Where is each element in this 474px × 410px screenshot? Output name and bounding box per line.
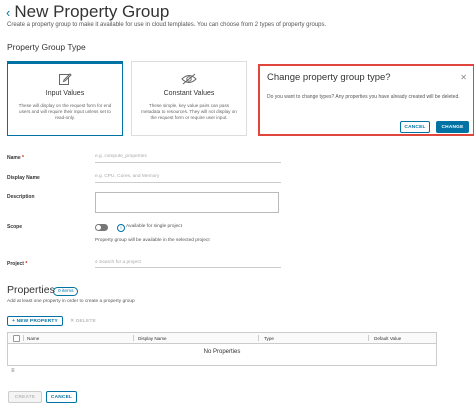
section-heading-type: Property Group Type <box>7 42 86 52</box>
scope-toggle[interactable] <box>95 224 108 231</box>
create-button[interactable]: CREATE <box>8 391 42 403</box>
scope-help-text: Property group will be available in the … <box>95 238 210 243</box>
column-header-name[interactable]: Name <box>27 336 39 341</box>
project-search-placeholder: Search for a project <box>99 260 141 265</box>
project-search-input[interactable]: ⌕ Search for a project <box>95 259 281 268</box>
card-title: Constant Values <box>163 90 215 97</box>
properties-heading: Properties <box>7 284 55 296</box>
info-icon: i <box>117 224 125 232</box>
close-icon[interactable]: ✕ <box>460 73 467 82</box>
grid-header: Name Display Name Type Default Value <box>8 333 436 344</box>
eye-hide-icon <box>181 73 197 85</box>
cancel-button[interactable]: CANCEL <box>46 391 77 403</box>
display-name-label: Display Name <box>7 175 40 181</box>
display-name-input[interactable]: e.g. CPU, Cores, and Memory <box>95 174 281 183</box>
search-icon: ⌕ <box>95 260 98 265</box>
page-header: ‹ New Property Group <box>6 2 169 22</box>
column-header-display-name[interactable]: Display Name <box>138 336 167 341</box>
column-header-default-value[interactable]: Default Value <box>374 336 401 341</box>
dialog-cancel-button[interactable]: CANCEL <box>400 121 430 133</box>
page-subtitle: Create a property group to make it avail… <box>7 22 327 28</box>
change-type-dialog: Change property group type? ✕ Do you wan… <box>258 64 474 136</box>
card-input-values[interactable]: Input Values These will display on the r… <box>7 61 123 136</box>
name-label: Name * <box>7 155 24 161</box>
properties-count-badge: 0 items <box>53 287 79 296</box>
properties-hint: Add at least one property in order to cr… <box>7 299 135 304</box>
delete-property-button[interactable]: ✕ DELETE <box>66 316 100 326</box>
dialog-change-button[interactable]: CHANGE <box>436 121 469 133</box>
description-textarea[interactable] <box>95 192 279 213</box>
card-constant-values[interactable]: Constant Values These simple, key value … <box>131 61 247 136</box>
column-header-type[interactable]: Type <box>264 336 274 341</box>
name-input[interactable]: e.g. compute_properties <box>95 154 281 163</box>
card-description: These simple, key value pairs can pass m… <box>141 103 237 120</box>
project-label: Project * <box>7 261 28 267</box>
scope-label: Scope <box>7 224 23 230</box>
properties-grid: Name Display Name Type Default Value No … <box>7 332 437 366</box>
edit-icon <box>59 73 72 85</box>
dialog-message: Do you want to change types? Any propert… <box>267 94 460 100</box>
card-description: These will display on the request form f… <box>18 103 112 120</box>
page-title: New Property Group <box>14 2 170 21</box>
select-all-checkbox[interactable] <box>13 335 20 342</box>
scope-toggle-label: Available for single project <box>126 224 182 229</box>
dialog-title: Change property group type? <box>267 72 391 83</box>
card-title: Input Values <box>45 90 85 97</box>
columns-icon[interactable]: ≡ <box>11 368 15 374</box>
chevron-left-icon[interactable]: ‹ <box>6 5 10 20</box>
grid-empty-message: No Properties <box>203 349 241 355</box>
description-label: Description <box>7 194 35 200</box>
new-property-button[interactable]: + NEW PROPERTY <box>7 316 63 326</box>
